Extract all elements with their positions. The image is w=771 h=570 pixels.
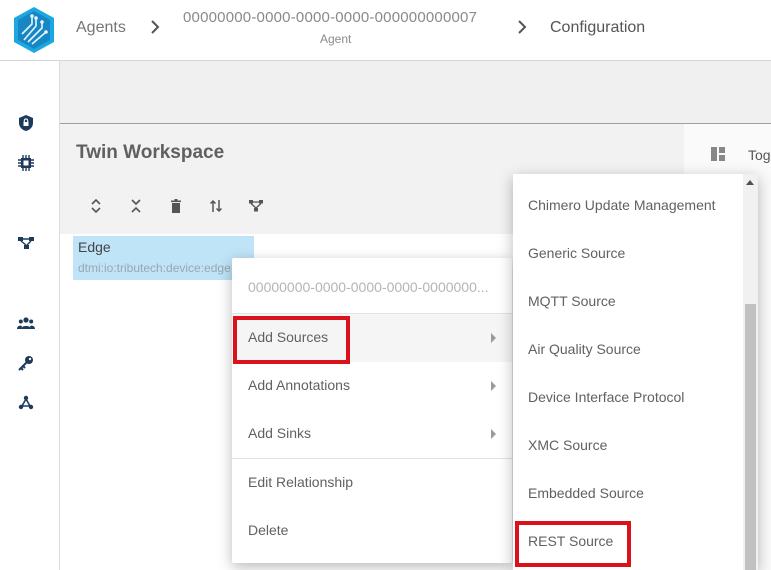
breadcrumb-agents[interactable]: Agents — [76, 19, 126, 37]
menu-item-label: Add Annotations — [248, 377, 350, 393]
submenu-scrollbar-thumb[interactable] — [745, 304, 756, 570]
dashboard-layout-icon[interactable] — [710, 146, 726, 162]
menu-item-label: Edit Relationship — [248, 474, 354, 490]
context-menu-header: 00000000-0000-0000-0000-0000000... — [232, 264, 512, 312]
expand-icon[interactable] — [88, 198, 104, 214]
breadcrumb-agent-id[interactable]: 00000000-0000-0000-0000-000000000007 — [183, 9, 477, 26]
submenu-item-generic-source[interactable]: Generic Source — [513, 230, 743, 278]
chevron-right-icon — [518, 20, 527, 34]
shield-lock-icon[interactable] — [17, 114, 35, 132]
submenu-item-device-interface-protocol[interactable]: Device Interface Protocol — [513, 374, 743, 422]
sources-submenu: Chimero Update Management Generic Source… — [513, 174, 758, 570]
submenu-item-label: Embedded Source — [528, 485, 644, 501]
breadcrumb-agent-sublabel: Agent — [320, 32, 352, 46]
submenu-item-xmc-source[interactable]: XMC Source — [513, 422, 743, 470]
delete-icon[interactable] — [168, 198, 184, 214]
menu-item-add-sinks[interactable]: Add Sinks — [232, 410, 512, 458]
twin-node-edge[interactable]: Edge dtmi:io:tributech:device:edge — [73, 236, 254, 280]
submenu-item-label: Device Interface Protocol — [528, 389, 685, 405]
node-dtmi: dtmi:io:tributech:device:edge — [78, 261, 231, 275]
webhook-icon[interactable] — [17, 394, 35, 412]
chevron-right-icon — [151, 20, 160, 34]
submenu-arrow-icon — [491, 381, 496, 391]
sort-icon[interactable] — [208, 198, 224, 214]
menu-item-delete[interactable]: Delete — [232, 507, 512, 555]
submenu-item-mqtt-source[interactable]: MQTT Source — [513, 278, 743, 326]
workspace-title: Twin Workspace — [76, 142, 225, 163]
key-icon[interactable] — [17, 354, 35, 372]
menu-item-add-annotations[interactable]: Add Annotations — [232, 362, 512, 410]
context-menu-header-label: 00000000-0000-0000-0000-0000000... — [248, 279, 489, 295]
breadcrumb-configuration: Configuration — [550, 19, 646, 36]
scroll-up-arrow-icon[interactable] — [746, 180, 754, 185]
chip-icon[interactable] — [17, 154, 35, 172]
submenu-arrow-icon — [491, 429, 496, 439]
node-title: Edge — [78, 239, 111, 255]
menu-item-label: Add Sinks — [248, 425, 312, 441]
highlight-box-add-sources — [233, 316, 350, 364]
context-menu: 00000000-0000-0000-0000-0000000... Add S… — [232, 258, 512, 563]
menu-item-label: Delete — [248, 522, 289, 538]
submenu-item-label: XMC Source — [528, 437, 608, 453]
menu-item-edit-relationship[interactable]: Edit Relationship — [232, 459, 512, 507]
submenu-item-label: Air Quality Source — [528, 341, 641, 357]
submenu-item-chimero-update-management[interactable]: Chimero Update Management — [513, 182, 743, 230]
highlight-box-rest-source — [515, 521, 631, 567]
app-logo-icon[interactable] — [12, 6, 56, 54]
sidebar — [0, 61, 60, 570]
submenu-item-air-quality-source[interactable]: Air Quality Source — [513, 326, 743, 374]
content-header-band — [60, 61, 771, 124]
submenu-item-label: Chimero Update Management — [528, 197, 716, 213]
submenu-arrow-icon — [491, 333, 496, 343]
toggle-label[interactable]: Tog — [748, 147, 771, 163]
submenu-item-embedded-source[interactable]: Embedded Source — [513, 470, 743, 518]
hierarchy-icon[interactable] — [248, 198, 264, 214]
top-bar: Agents 00000000-0000-0000-0000-000000000… — [0, 0, 771, 61]
submenu-item-label: MQTT Source — [528, 293, 616, 309]
collapse-icon[interactable] — [128, 198, 144, 214]
submenu-item-label: Generic Source — [528, 245, 626, 261]
hierarchy-icon[interactable] — [17, 234, 35, 252]
users-icon[interactable] — [17, 314, 35, 332]
